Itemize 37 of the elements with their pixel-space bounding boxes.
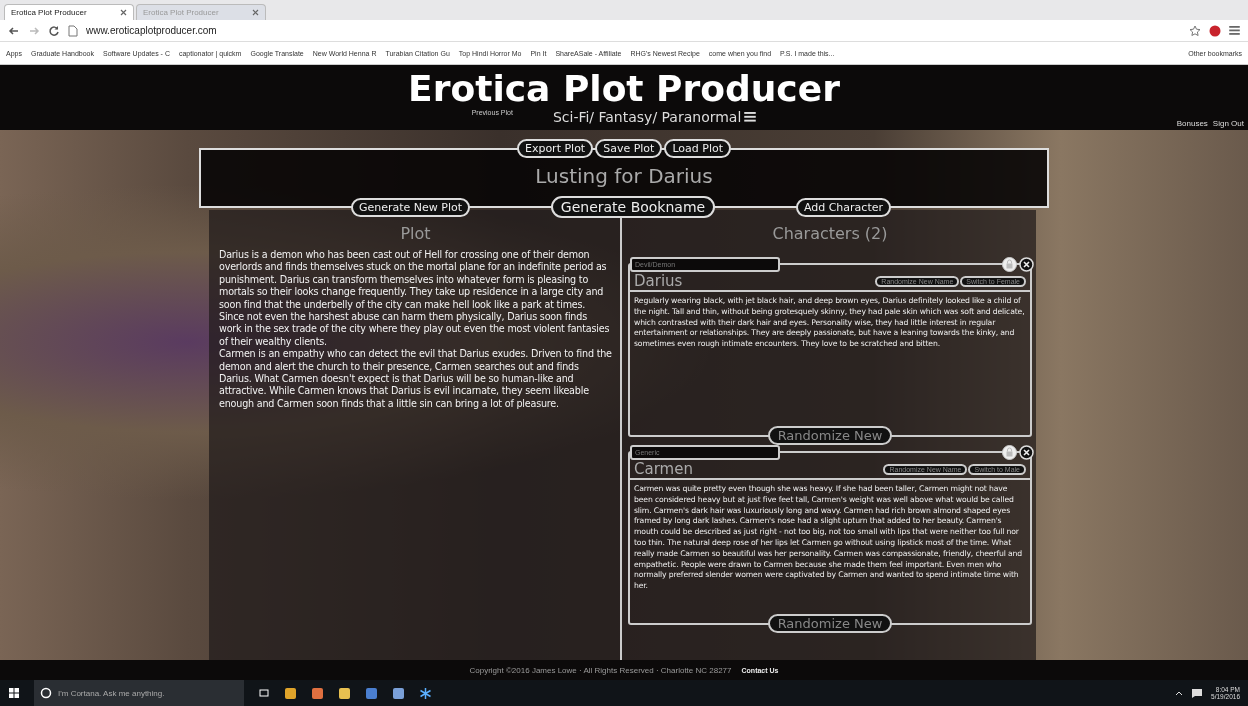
action-button[interactable]: Generate Bookname (550, 196, 716, 218)
windows-icon (8, 687, 20, 699)
character-name: Darius (634, 272, 683, 290)
task-view-icon (258, 687, 270, 699)
menu-icon (1229, 26, 1240, 35)
close-icon (120, 9, 127, 16)
header-link[interactable]: Sign Out (1212, 119, 1244, 128)
circle-icon (40, 687, 52, 699)
chevron-up-icon (1175, 689, 1184, 697)
characters-heading: Characters (2) (771, 224, 889, 243)
close-icon (1019, 445, 1034, 460)
close-icon (252, 9, 259, 16)
message-icon (1191, 687, 1204, 699)
header-link[interactable]: Bonuses (1176, 119, 1208, 128)
plot-heading: Plot (399, 224, 432, 243)
plot-action-button[interactable]: Save Plot (595, 139, 663, 158)
randomize-button[interactable]: Randomize New (767, 614, 893, 633)
menu-icon (744, 112, 757, 122)
book-title: Lusting for Darius (535, 164, 713, 188)
plot-action-button[interactable]: Export Plot (516, 139, 594, 158)
forward-arrow-icon (28, 24, 40, 37)
randomize-button[interactable]: Randomize New (767, 426, 893, 445)
copyright-text: Copyright ©2016 James Lowe · All Rights Reserved · Charlotte NC 28277 (469, 665, 732, 675)
genre-menu[interactable]: Sci-Fi/ Fantasy/ Paranormal (552, 109, 742, 125)
plot-paragraph: Carmen is an empathy who can detect the evil that Darius exudes. Driven to find the demon and alert the church to their presence, Carmen searches out and finds Darius. What Carmen doesn't expect is that Darius will be so human-like and attractive. While Carmen knows that Darius is evil incarnate, they seem likeable enough and Carmen soon finds that a little sin can bring a lot of pleasure. (219, 348, 612, 411)
back-arrow-icon (8, 24, 20, 37)
page-icon (68, 24, 78, 37)
browser-tab[interactable]: Erotica Plot Producer (4, 4, 134, 20)
plot-paragraph: Darius is a demon who has been cast out of Hell for crossing one of their demon overlords and finds themselves stuck on the mortal plane for an indefinite period as punishment. Darius can transform themselves into whatever form is pleasing to mortals so their looks change frequently. They take up residence in a large city and soon find that the underbelly of the city can make hell look like a park at times. Since not even the harshest abuse can harm them physically, Darius soon finds work in the sex trade of the city where they play out even the most violent fantasies of their wealthy clients. (219, 249, 611, 349)
star-icon (1189, 24, 1201, 37)
search-field[interactable]: I'm Cortana. Ask me anything. (34, 680, 244, 706)
character-name: Carmen (634, 460, 693, 478)
reload-icon (48, 24, 60, 37)
snowflake-icon (419, 686, 432, 700)
plot-action-button[interactable]: Load Plot (664, 139, 732, 158)
close-icon (1019, 257, 1034, 272)
site-title: Erotica Plot Producer (408, 69, 840, 109)
